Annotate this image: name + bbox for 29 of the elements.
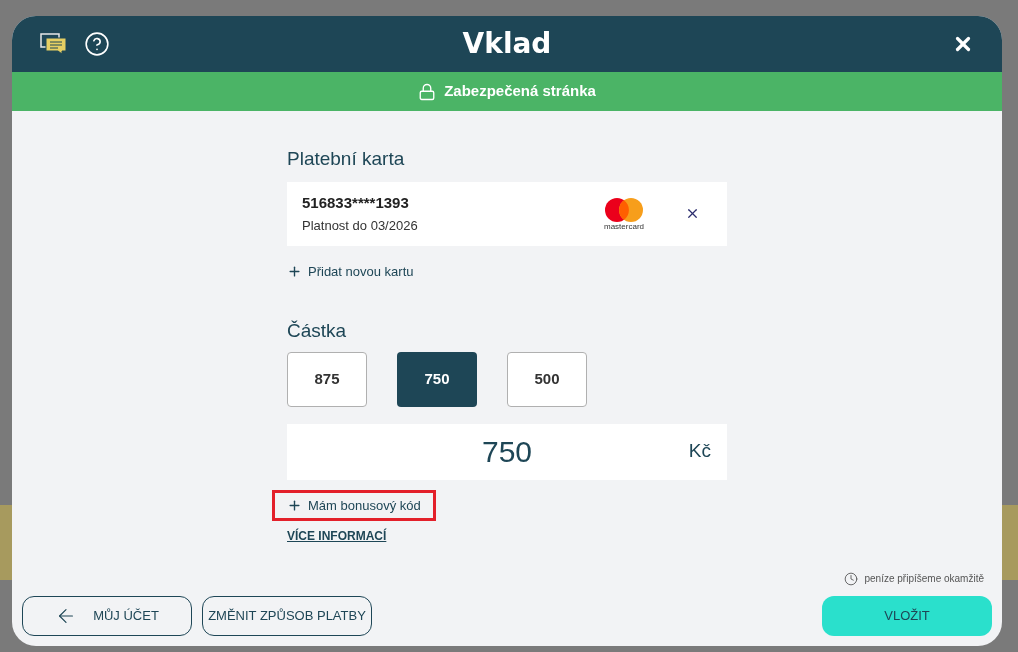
card-number: 516833****1393 xyxy=(302,192,410,213)
submit-button[interactable]: VLOŽIT xyxy=(822,596,992,636)
help-icon[interactable] xyxy=(84,31,110,57)
amount-field[interactable]: 750 Kč xyxy=(287,423,727,480)
plus-icon xyxy=(287,497,302,513)
dialog-title: Vklad xyxy=(462,26,552,62)
amount-value: 750 xyxy=(481,434,533,470)
secure-text: Zabezpečená stránka xyxy=(444,81,596,102)
saved-card[interactable]: 516833****1393 Platnost do 03/2026 mastercard xyxy=(287,181,727,246)
remove-card-button[interactable] xyxy=(685,206,700,221)
card-expiry: Platnost do 03/2026 xyxy=(302,217,418,235)
amount-preset[interactable]: 750 xyxy=(397,351,477,407)
amount-heading: Částka xyxy=(287,319,348,343)
amount-preset[interactable]: 875 xyxy=(287,351,367,407)
amount-preset[interactable]: 500 xyxy=(507,351,587,407)
instant-credit-note: peníze připíšeme okamžitě xyxy=(864,572,984,586)
card-heading: Platební karta xyxy=(287,147,406,171)
plus-icon xyxy=(287,263,302,279)
bonus-code-link[interactable]: Mám bonusový kód xyxy=(272,489,436,521)
currency-label: Kč xyxy=(688,439,711,464)
lock-icon xyxy=(418,82,437,101)
clock-icon xyxy=(844,571,859,586)
card-brand-icon xyxy=(603,196,645,223)
more-info-link[interactable]: VÍCE INFORMACÍ xyxy=(287,527,387,545)
change-method-button[interactable]: ZMĚNIT ZPŮSOB PLATBY xyxy=(202,596,372,636)
my-account-button[interactable]: MŮJ ÚČET xyxy=(22,596,192,636)
chat-icon[interactable] xyxy=(40,33,68,55)
add-card-link[interactable]: Přidat novou kartu xyxy=(287,261,414,281)
brand-text: mastercard xyxy=(604,222,644,231)
